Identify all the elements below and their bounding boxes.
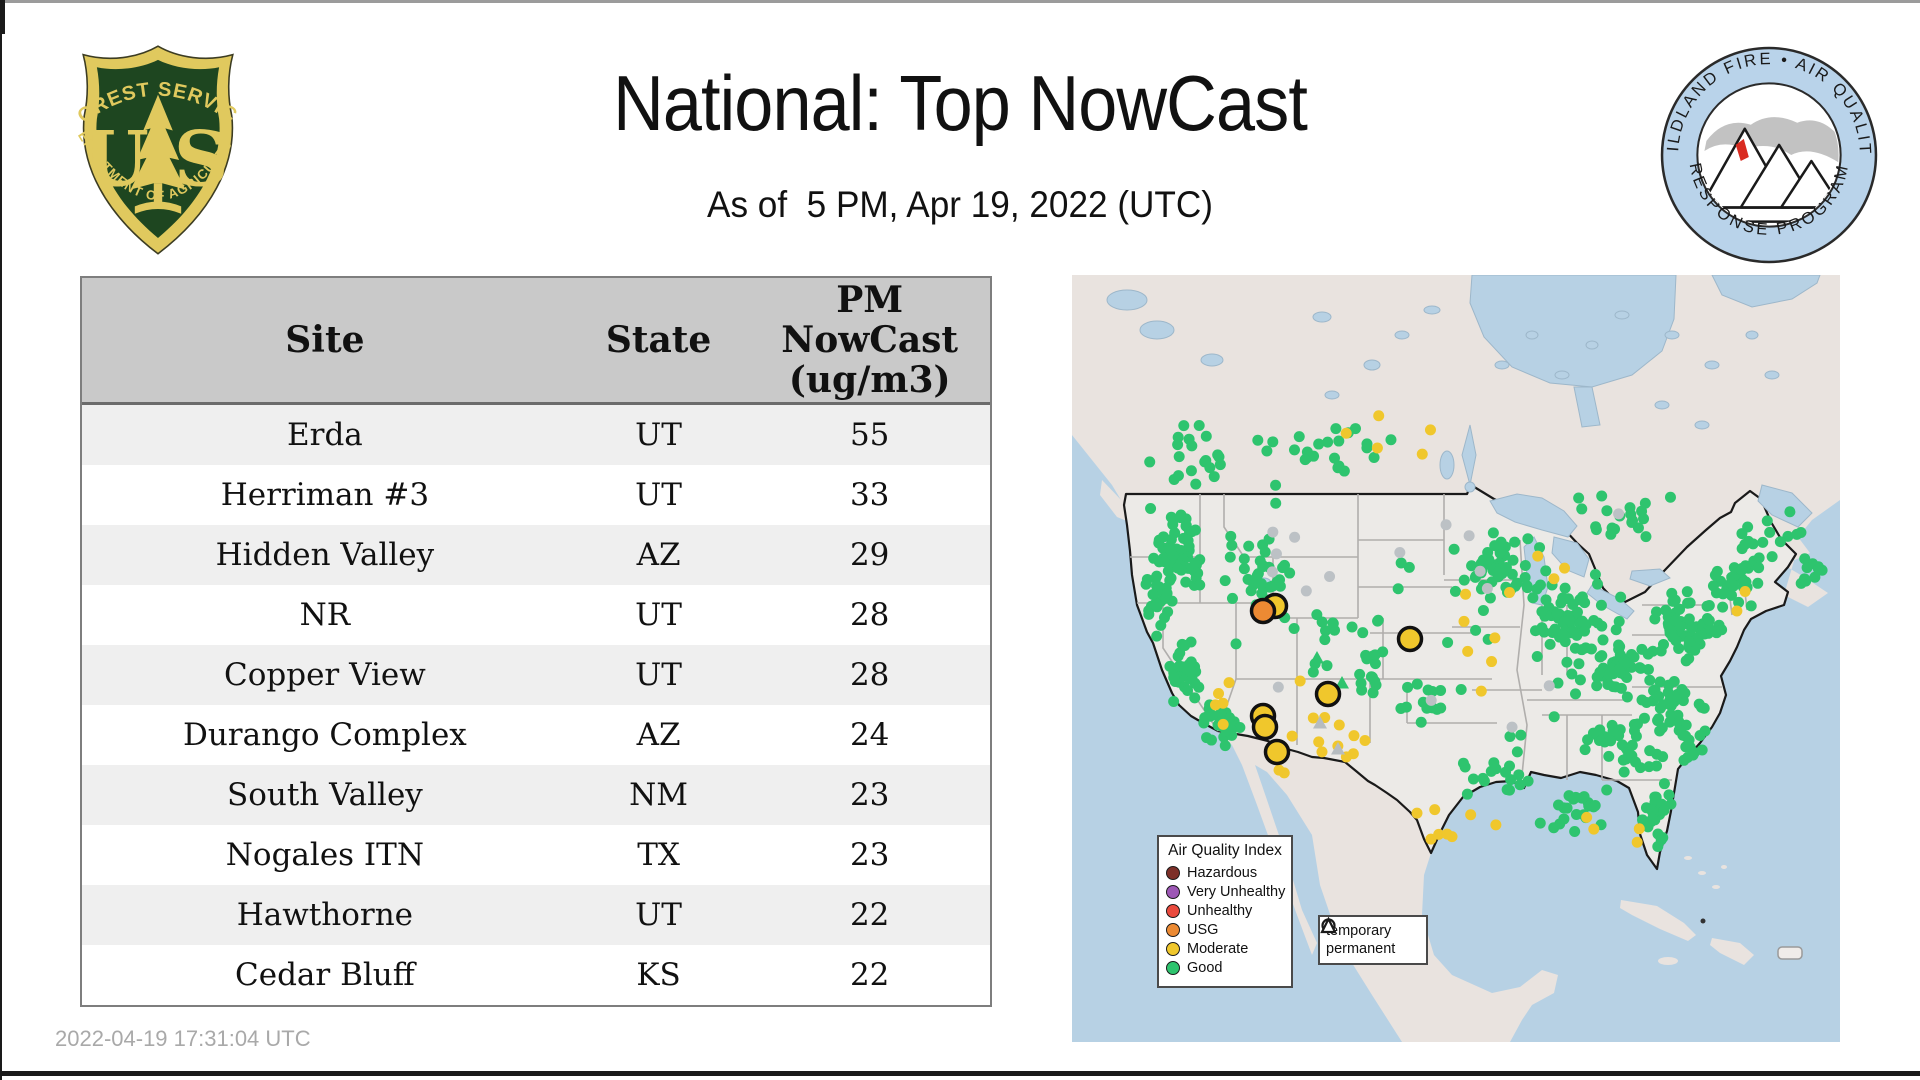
table-row: Erda UT 55 [82,403,990,465]
state-cell: UT [635,597,682,633]
legend-item-usg: USG [1166,922,1284,938]
col-header-site: Site [82,278,568,405]
table-row: Hawthorne UT 22 [82,885,990,945]
usg-swatch-icon [1166,923,1180,937]
site-cell: South Valley [226,777,423,813]
site-cell: Hidden Valley [215,537,435,573]
value-cell: 29 [849,537,890,573]
site-cell: Hawthorne [236,897,414,933]
site-cell: NR [299,597,351,633]
table-row: Hidden Valley AZ 29 [82,525,990,585]
state-cell: AZ [636,717,681,753]
table-row: NR UT 28 [82,585,990,645]
page-corner-mark [0,0,5,34]
state-cell: UT [635,417,682,453]
value-cell: 55 [849,417,890,453]
value-cell: 28 [849,597,890,633]
state-cell: AZ [636,537,681,573]
legend-item-hazardous: Hazardous [1166,865,1284,881]
good-swatch-icon [1166,961,1180,975]
aqi-legend: Air Quality Index Hazardous Very Unhealt… [1157,835,1293,988]
site-cell: Cedar Bluff [235,957,415,993]
col-header-pm-nowcast: PM NowCast (ug/m3) [749,278,990,405]
site-cell: Durango Complex [182,717,467,753]
moderate-swatch-icon [1166,942,1180,956]
table-row: Nogales ITN TX 23 [82,825,990,885]
table-row: Copper View UT 28 [82,645,990,705]
legend-item-temporary: temporary [1321,918,1420,939]
legend-item-moderate: Moderate [1166,941,1284,957]
table-row: South Valley NM 23 [82,765,990,825]
value-cell: 28 [849,657,890,693]
value-cell: 33 [849,477,890,513]
permanent-triangle-icon [1320,917,1337,934]
legend-item-permanent: permanent [1320,917,1420,957]
site-cell: Nogales ITN [225,837,424,873]
wfaqrp-circle-icon: WILDLAND FIRE • AIR QUALITY RESPONSE PRO… [1649,29,1878,264]
state-cell: UT [635,477,682,513]
footer-timestamp: 2022-04-19 17:31:04 UTC [55,1026,311,1051]
aqi-legend-title: Air Quality Index [1168,842,1282,859]
table-row: Herriman #3 UT 33 [82,465,990,525]
site-cell: Herriman #3 [220,477,430,513]
page-left-border [0,0,2,1080]
state-cell: NM [629,777,689,813]
table-row: Cedar Bluff KS 22 [82,945,990,1005]
hazardous-swatch-icon [1166,866,1180,880]
site-cell: Erda [287,417,363,453]
value-cell: 22 [849,897,890,933]
legend-item-good: Good [1166,960,1284,976]
state-cell: UT [635,897,682,933]
page-title: National: Top NowCast [613,59,1308,147]
page-top-border [0,0,1920,3]
table-row: Durango Complex AZ 24 [82,705,990,765]
table-header-row: Site State PM NowCast (ug/m3) [82,278,990,405]
site-type-legend: temporary permanent [1318,915,1428,965]
value-cell: 23 [849,777,890,813]
very-unhealthy-swatch-icon [1166,885,1180,899]
col-header-state: State [567,278,750,405]
wfaqrp-logo: WILDLAND FIRE • AIR QUALITY RESPONSE PRO… [1649,29,1880,266]
nowcast-table: Site State PM NowCast (ug/m3) Erda UT 55 H… [80,276,992,1007]
legend-item-very-unhealthy: Very Unhealthy [1166,884,1285,900]
value-cell: 24 [849,717,890,753]
value-cell: 23 [849,837,890,873]
value-cell: 22 [849,957,890,993]
page-subtitle: As of 5 PM, Apr 19, 2022 (UTC) [707,184,1213,225]
aqi-map: Air Quality Index Hazardous Very Unhealt… [1072,275,1840,1042]
state-cell: UT [635,657,682,693]
state-cell: TX [637,837,680,873]
legend-item-unhealthy: Unhealthy [1166,903,1284,919]
state-cell: KS [636,957,681,993]
page-bottom-border [0,1071,1920,1076]
site-cell: Copper View [224,657,426,693]
unhealthy-swatch-icon [1166,904,1180,918]
